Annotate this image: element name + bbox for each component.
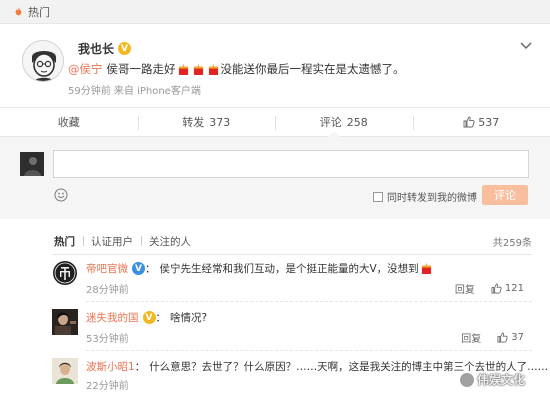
mention-link[interactable]: @侯宁	[68, 61, 103, 77]
colon: ：	[155, 312, 167, 324]
like-count: 537	[478, 115, 500, 129]
submit-comment-button[interactable]: 评论	[482, 185, 528, 205]
thumb-up-icon	[463, 116, 475, 128]
verified-v-icon: V	[132, 262, 145, 275]
repost-label: 转发	[182, 116, 205, 129]
commenter-avatar[interactable]	[52, 260, 78, 286]
thumb-up-icon[interactable]	[497, 332, 508, 343]
comment-text: 啥情况?	[170, 312, 208, 324]
comment-button[interactable]: 评论 258	[275, 108, 413, 136]
comment-time: 53分钟前	[86, 334, 129, 345]
repost-checkbox[interactable]: 同时转发到我的微博	[373, 189, 477, 204]
comment-item: 帝吧官微 V ： 侯宁先生经常和我们互动，是个挺正能量的大V，没想到 28分钟前…	[52, 260, 532, 302]
comment-ops: 回复 121	[455, 281, 524, 296]
thumb-up-icon[interactable]	[491, 283, 502, 294]
comment-line: 迷失我的国 V ： 啥情况?	[86, 310, 207, 325]
favorite-label: 收藏	[57, 116, 80, 129]
watermark-logo-icon	[460, 372, 474, 387]
comment-separator	[86, 301, 532, 302]
candle-emoji-icon	[208, 63, 218, 75]
post-action-bar: 收藏 转发 373 评论 258 537	[0, 107, 550, 137]
reply-button[interactable]: 回复	[461, 330, 481, 345]
commenter-avatar[interactable]	[52, 358, 78, 384]
commenter-name[interactable]: 帝吧官微	[86, 261, 128, 276]
comment-label: 评论	[319, 116, 342, 129]
hot-header: 热门	[0, 0, 550, 24]
commenter-name[interactable]: 波斯小昭1	[86, 359, 135, 374]
comment-separator	[86, 350, 532, 351]
filter-tab-hot[interactable]: 热门	[52, 234, 83, 249]
repost-button[interactable]: 转发 373	[137, 108, 276, 136]
comment-like-count: 37	[511, 332, 524, 343]
post-text-rest: 没能送你最后一程实在是太遗憾了。	[220, 62, 405, 76]
colon: ：	[145, 263, 156, 275]
favorite-button[interactable]: 收藏	[0, 108, 138, 136]
author-avatar[interactable]	[22, 40, 64, 82]
post-text-main: 侯哥一路走好	[106, 62, 176, 76]
emoji-icon[interactable]	[54, 188, 68, 202]
commenter-name[interactable]: 迷失我的国	[86, 310, 139, 325]
repost-checkbox-label: 同时转发到我的微博	[387, 193, 477, 204]
current-user-avatar	[20, 152, 44, 176]
reply-button[interactable]: 回复	[455, 281, 475, 296]
comment-item: 迷失我的国 V ： 啥情况? 53分钟前 回复 37	[52, 309, 532, 351]
verified-v-icon: V	[118, 42, 132, 55]
commenter-avatar[interactable]	[52, 309, 78, 335]
comment-like-count: 121	[504, 283, 524, 294]
colon: ：	[134, 361, 146, 373]
checkbox-box[interactable]	[373, 191, 383, 202]
comment-ops: 回复 37	[461, 330, 524, 345]
comment-filter-bar: 热门 认证用户 关注的人 共259条	[52, 229, 532, 255]
comment-count: 258	[346, 115, 368, 129]
like-button[interactable]: 537	[412, 108, 550, 136]
post-meta: 59分钟前 来自 iPhone客户端	[68, 86, 201, 97]
filter-tab-verified[interactable]: 认证用户	[83, 234, 141, 249]
candle-emoji-icon	[178, 63, 188, 75]
hot-title: 热门	[28, 5, 50, 19]
comment-total: 共259条	[492, 238, 532, 249]
watermark: 伟娱文化	[460, 371, 525, 388]
verified-v-icon: V	[142, 311, 156, 324]
comment-text: 侯宁先生经常和我们互动，是个挺正能量的大V，没想到	[159, 263, 419, 275]
author-name[interactable]: 我也长	[78, 40, 114, 57]
weibo-post: 我也长 V @侯宁 侯哥一路走好 没能送你最后一程实在是太遗憾了。 59分钟前 …	[0, 24, 550, 106]
comment-time: 28分钟前	[86, 285, 129, 296]
watermark-text: 伟娱文化	[477, 373, 526, 387]
author-line: 我也长 V	[78, 40, 132, 57]
post-content: @侯宁 侯哥一路走好 没能送你最后一程实在是太遗憾了。	[68, 61, 405, 77]
fire-icon	[15, 7, 22, 16]
chevron-down-icon[interactable]	[520, 42, 532, 50]
comment-time: 22分钟前	[86, 381, 129, 392]
repost-count: 373	[209, 115, 231, 129]
candle-emoji-icon	[193, 63, 203, 75]
comment-input[interactable]	[53, 150, 529, 178]
comment-line: 帝吧官微 V ： 侯宁先生经常和我们互动，是个挺正能量的大V，没想到	[86, 261, 434, 276]
filter-tab-following[interactable]: 关注的人	[141, 234, 199, 249]
candle-emoji-icon	[421, 263, 431, 274]
